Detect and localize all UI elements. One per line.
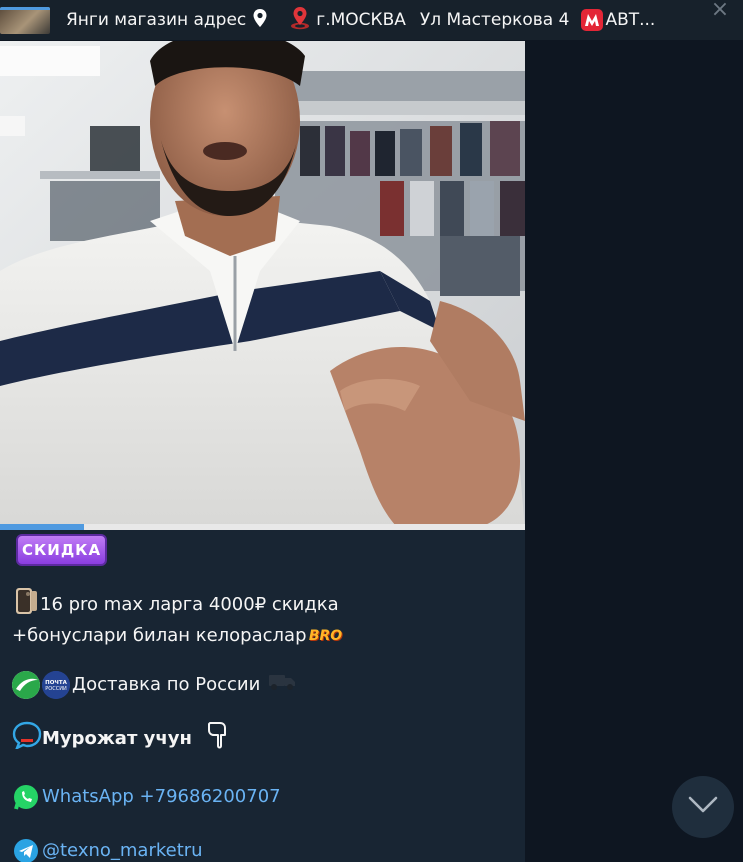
bonus-text: +бонуслари билан келораслар xyxy=(12,625,307,646)
svg-text:РОССИИ: РОССИИ xyxy=(45,686,67,692)
video-progress-track[interactable] xyxy=(0,524,525,530)
pinned-thumbnail xyxy=(0,6,50,34)
pinned-tail: АВТ... xyxy=(605,10,656,30)
video-frame xyxy=(0,41,525,530)
sale-sticker: СКИДКА xyxy=(16,534,108,566)
pointing-down-icon xyxy=(206,721,228,757)
whatsapp-icon xyxy=(12,783,40,811)
sale-badge-row: СКИДКА xyxy=(12,534,517,566)
product-line: 16 pro max ларга 4000₽ скидка xyxy=(12,587,517,623)
video-progress-fill xyxy=(0,524,84,530)
video-player[interactable] xyxy=(0,41,525,530)
pinned-message-bar[interactable]: Янги магазин адрес г.МОСКВА Ул Мастерков… xyxy=(0,0,743,40)
chevron-down-icon xyxy=(688,796,718,818)
message-bubble: СКИДКА 16 pro max ларга 4000₽ скидка +бо… xyxy=(0,41,525,862)
chat-bubble-icon xyxy=(12,721,42,757)
message-text: СКИДКА 16 pro max ларга 4000₽ скидка +бо… xyxy=(12,534,517,862)
green-logo-icon xyxy=(12,671,40,699)
product-text: 16 pro max ларга 4000₽ скидка xyxy=(40,594,339,615)
bro-sticker: BRO xyxy=(308,628,343,644)
pinned-street: Ул Мастеркова 4 xyxy=(419,10,570,30)
pin-marker-icon xyxy=(252,8,268,33)
close-icon[interactable]: × xyxy=(705,0,735,21)
telegram-link[interactable]: @texno_marketru xyxy=(42,838,203,862)
delivery-line: ПОЧТА РОССИИ Доставка по России xyxy=(12,671,517,699)
metro-icon xyxy=(581,9,604,31)
iphone-emoji-icon xyxy=(12,587,40,623)
telegram-icon xyxy=(12,837,40,862)
whatsapp-link[interactable]: WhatsApp +79686200707 xyxy=(42,784,281,810)
truck-emoji-icon xyxy=(268,671,296,699)
pinned-message-text: Янги магазин адрес г.МОСКВА Ул Мастерков… xyxy=(66,6,655,35)
contact-title-text: Мурожат учун xyxy=(42,728,192,749)
red-pin-icon xyxy=(290,6,310,35)
delivery-text: Доставка по России xyxy=(72,674,261,695)
contact-title-line: Мурожат учун xyxy=(12,721,517,757)
bonus-line: +бонуслари билан келораслар BRO xyxy=(12,623,517,649)
scroll-down-button[interactable] xyxy=(672,776,734,838)
telegram-line: @texno_marketru xyxy=(12,837,517,862)
russian-post-icon: ПОЧТА РОССИИ xyxy=(42,671,70,699)
pinned-title: Янги магазин адрес xyxy=(66,10,247,30)
whatsapp-line: WhatsApp +79686200707 xyxy=(12,783,517,811)
pinned-city: г.МОСКВА xyxy=(316,10,406,30)
